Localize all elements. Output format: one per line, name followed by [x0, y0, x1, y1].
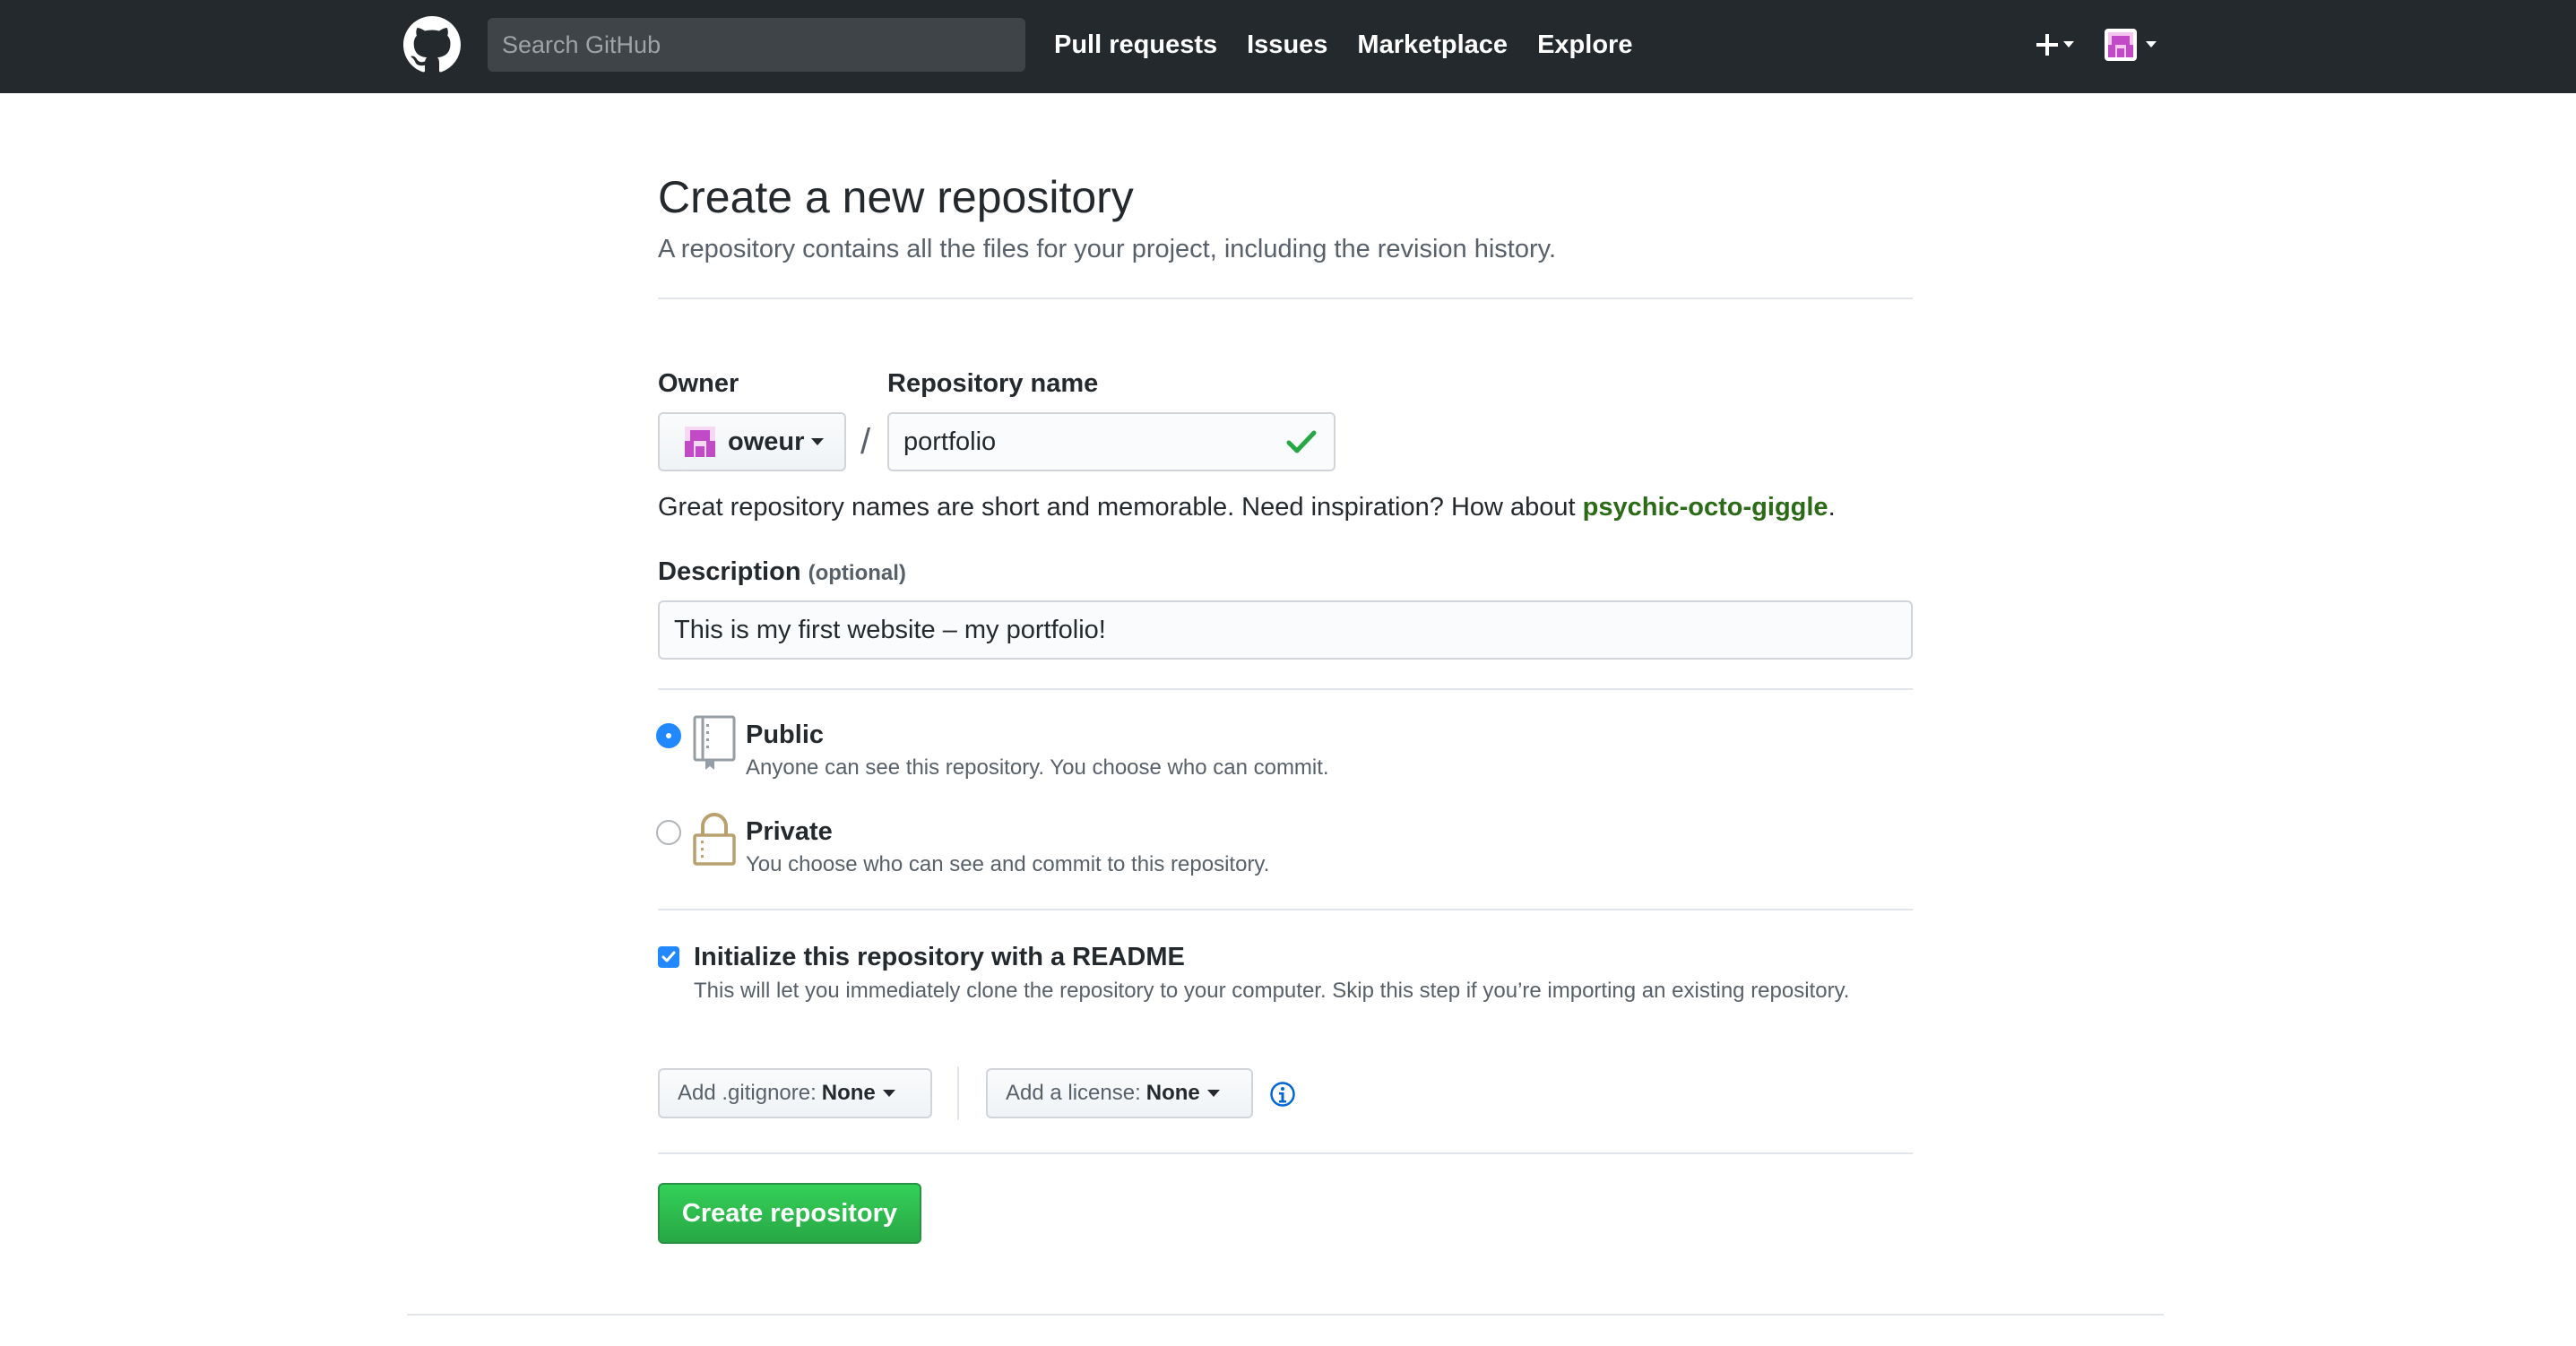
- private-title: Private: [746, 817, 833, 846]
- github-logo-icon[interactable]: [403, 16, 461, 73]
- owner-label: Owner: [658, 369, 739, 398]
- checkmark-icon: [661, 951, 676, 962]
- public-title: Public: [746, 720, 825, 749]
- divider: [658, 1152, 1913, 1154]
- divider: [658, 909, 1913, 910]
- repo-book-icon: [693, 715, 736, 770]
- license-value: None: [1145, 1081, 1200, 1105]
- page-title: Create a new repository: [658, 172, 1134, 222]
- license-dropdown[interactable]: Add a license: None: [986, 1068, 1253, 1118]
- checkmark-icon: [1286, 430, 1317, 453]
- gitignore-label: Add .gitignore:: [678, 1081, 817, 1105]
- private-radio[interactable]: [656, 820, 681, 845]
- owner-name: oweur: [728, 427, 805, 456]
- owner-avatar-icon: [685, 427, 715, 457]
- chevron-down-icon: [811, 438, 825, 445]
- plus-icon[interactable]: [2033, 25, 2079, 65]
- search-input[interactable]: [488, 18, 1025, 72]
- description-input[interactable]: [658, 600, 1913, 660]
- header-nav: Pull requests Issues Marketplace Explore: [1054, 27, 1632, 63]
- owner-dropdown[interactable]: oweur: [658, 412, 846, 471]
- nav-issues[interactable]: Issues: [1247, 27, 1327, 63]
- public-description: Anyone can see this repository. You choo…: [746, 755, 1329, 780]
- public-radio[interactable]: [656, 723, 681, 748]
- gitignore-value: None: [821, 1081, 876, 1105]
- readme-checkbox[interactable]: [658, 946, 679, 968]
- vertical-divider: [957, 1066, 959, 1120]
- top-nav-bar: Pull requests Issues Marketplace Explore: [0, 0, 2576, 93]
- private-description: You choose who can see and commit to thi…: [746, 852, 1270, 876]
- create-repository-button[interactable]: Create repository: [658, 1183, 921, 1244]
- nav-marketplace[interactable]: Marketplace: [1357, 27, 1508, 63]
- repo-name-input[interactable]: [887, 412, 1336, 471]
- page-subtitle: A repository contains all the files for …: [658, 235, 1557, 263]
- readme-description: This will let you immediately clone the …: [694, 979, 1850, 1003]
- chevron-down-icon: [1206, 1090, 1220, 1097]
- description-label-text: Description: [658, 557, 801, 586]
- repo-name-label: Repository name: [887, 369, 1099, 398]
- readme-title: Initialize this repository with a README: [694, 943, 1185, 971]
- footer-divider: [407, 1314, 2164, 1316]
- nav-pull-requests[interactable]: Pull requests: [1054, 27, 1217, 63]
- license-label: Add a license:: [1006, 1081, 1141, 1105]
- chevron-down-icon: [882, 1090, 895, 1097]
- info-icon[interactable]: [1269, 1081, 1296, 1108]
- user-avatar-icon[interactable]: [2103, 25, 2165, 65]
- divider: [658, 688, 1913, 690]
- description-label: Description (optional): [658, 556, 906, 590]
- gitignore-dropdown[interactable]: Add .gitignore: None: [658, 1068, 932, 1118]
- divider: [658, 298, 1913, 299]
- hint-suffix: .: [1828, 493, 1836, 522]
- nav-explore[interactable]: Explore: [1537, 27, 1632, 63]
- hint-text: Great repository names are short and mem…: [658, 493, 1583, 522]
- repo-name-hint: Great repository names are short and mem…: [658, 491, 1836, 523]
- suggested-name-link[interactable]: psychic-octo-giggle: [1583, 493, 1828, 522]
- optional-label: (optional): [808, 561, 906, 585]
- owner-repo-separator: /: [860, 422, 871, 462]
- lock-icon: [693, 813, 736, 866]
